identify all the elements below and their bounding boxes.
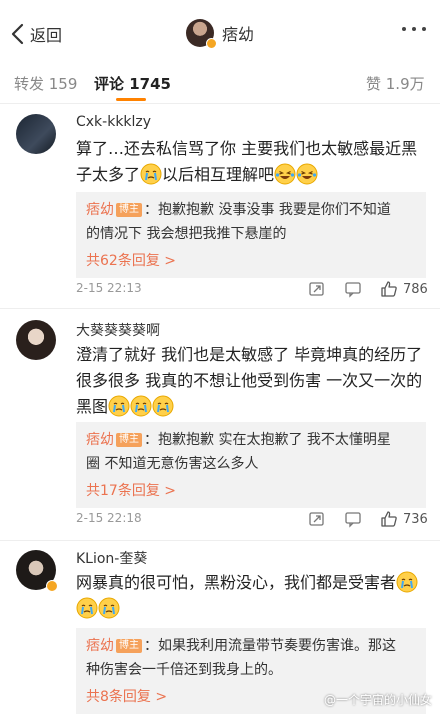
view-replies-link[interactable]: 共62条回复 > (86, 250, 416, 270)
repost-icon[interactable] (308, 280, 326, 298)
blogger-badge: 博主 (116, 203, 142, 217)
comment-text: 算了…还去私信骂了你 主要我们也太敏感最近黑 子太多了 以后相互理解吧 (76, 139, 418, 185)
back-button[interactable]: 返回 (10, 22, 62, 46)
comment-meta: 2-15 22:18 736 (76, 510, 428, 530)
reply-text: 种伤害会一千倍还到我身上的。 (86, 662, 282, 678)
crying-emoji-icon (152, 395, 174, 417)
comment-username[interactable]: Cxk-kkklzy (76, 114, 151, 130)
verified-badge-icon (46, 580, 58, 592)
verified-badge-icon (206, 38, 217, 49)
repost-icon[interactable] (308, 510, 326, 528)
avatar[interactable] (16, 114, 56, 154)
reply-author[interactable]: 痞幼 (86, 638, 114, 654)
like-button[interactable]: 736 (380, 510, 428, 528)
reply-author[interactable]: 痞幼 (86, 432, 114, 448)
comment-username[interactable]: KLion-奎葵 (76, 548, 147, 568)
watermark: @一个宇宙的小仙女 (323, 693, 432, 707)
thumbs-up-icon (381, 281, 397, 297)
reply-text: 痞幼 博主 ：抱歉抱歉 实在太抱歉了 我不太懂明星 (86, 432, 391, 448)
like-button[interactable]: 786 (380, 280, 428, 298)
reply-text: 的情况下 我会想把我推下悬崖的 (86, 226, 287, 242)
reply-text: 痞幼 博主 ：抱歉抱歉 没事没事 我要是你们不知道 (86, 202, 391, 218)
avatar[interactable] (16, 320, 56, 360)
back-label: 返回 (30, 26, 63, 45)
crying-emoji-icon (130, 395, 152, 417)
crying-emoji-icon (98, 597, 120, 619)
more-options-icon[interactable] (402, 27, 426, 31)
comment-time: 2-15 22:13 (76, 281, 142, 295)
comment-time: 2-15 22:18 (76, 511, 142, 525)
nav-user[interactable]: 痞幼 (186, 19, 255, 49)
tab-repost[interactable]: 转发 159 (14, 73, 77, 94)
reply-author[interactable]: 痞幼 (86, 202, 114, 218)
reply-text: 圈 不知道无意伤害这么多人 (86, 456, 259, 472)
reply-text: 痞幼 博主 ：如果我利用流量带节奏要伤害谁。那这 (86, 638, 396, 654)
tab-like[interactable]: 赞 1.9万 (366, 73, 425, 94)
view-replies-link[interactable]: 共17条回复 > (86, 480, 416, 500)
laughing-tears-emoji-icon (296, 163, 318, 185)
like-count: 736 (403, 511, 428, 527)
crying-emoji-icon (396, 571, 418, 593)
chevron-left-icon (11, 23, 24, 45)
crying-emoji-icon (140, 163, 162, 185)
comment-text: 网暴真的很可怕，黑粉没心，我们都是受害者 (76, 570, 426, 622)
reply-box[interactable]: 痞幼 博主 ：抱歉抱歉 没事没事 我要是你们不知道 的情况下 我会想把我推下悬崖的 … (76, 192, 426, 278)
like-count: 786 (403, 281, 428, 297)
comment-text: 澄清了就好 我们也是太敏感了 毕竟坤真的经历了 很多很多 我真的不想让他受到伤害… (76, 345, 423, 417)
blogger-badge: 博主 (116, 433, 142, 447)
comment-meta: 2-15 22:13 786 (76, 280, 428, 300)
thumbs-up-icon (381, 511, 397, 527)
laughing-tears-emoji-icon (274, 163, 296, 185)
comment-icon[interactable] (344, 510, 362, 528)
reply-box[interactable]: 痞幼 博主 ：抱歉抱歉 实在太抱歉了 我不太懂明星 圈 不知道无意伤害这么多人 共1… (76, 422, 426, 508)
comment-username[interactable]: 大葵葵葵葵啊 (76, 320, 160, 340)
page-title: 痞幼 (222, 25, 255, 44)
tab-bar: 转发 159 评论 1745 赞 1.9万 (0, 66, 440, 104)
blogger-badge: 博主 (116, 639, 142, 653)
tab-comment[interactable]: 评论 1745 (94, 73, 171, 94)
top-nav: 返回 痞幼 (0, 0, 440, 66)
crying-emoji-icon (108, 395, 130, 417)
divider (0, 540, 440, 541)
divider (0, 308, 440, 309)
crying-emoji-icon (76, 597, 98, 619)
avatar[interactable] (186, 19, 217, 49)
active-tab-indicator (116, 98, 146, 101)
comment-icon[interactable] (344, 280, 362, 298)
